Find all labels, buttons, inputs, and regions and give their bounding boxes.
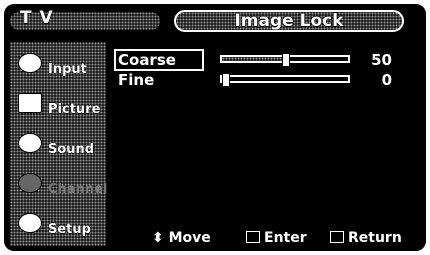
sidebar-item-label: Picture: [48, 102, 101, 118]
footer-hints: ⬍ Move Enter Return: [108, 230, 424, 248]
sidebar-item-channel: Channel: [10, 168, 108, 206]
move-hint: ⬍ Move: [152, 230, 212, 247]
setup-icon: [18, 213, 42, 233]
picture-icon: [18, 93, 42, 113]
sidebar-item-sound[interactable]: Sound: [10, 128, 106, 166]
sidebar-item-picture[interactable]: Picture: [10, 88, 106, 126]
sound-icon: [18, 133, 42, 153]
settings-panel: Coarse 50 Fine 0: [108, 42, 424, 246]
sidebar-item-label: Input: [48, 62, 88, 78]
return-hint: Return: [330, 230, 402, 247]
tv-menu-screen: T V Image Lock Input Picture Sound Chann…: [4, 4, 426, 251]
setting-label: Coarse: [114, 49, 204, 71]
setting-row-fine[interactable]: Fine 0: [108, 70, 424, 90]
return-icon: [330, 231, 344, 243]
fine-slider-thumb[interactable]: [222, 73, 230, 87]
setting-label: Fine: [118, 71, 155, 89]
channel-icon: [18, 173, 42, 193]
coarse-slider[interactable]: [220, 53, 350, 67]
fine-slider[interactable]: [220, 73, 350, 87]
coarse-slider-fill: [222, 57, 285, 61]
sidebar-item-label: Channel: [48, 182, 108, 197]
sidebar-item-label: Setup: [48, 222, 92, 238]
app-title: T V: [19, 7, 54, 28]
sidebar: Input Picture Sound Channel Setup: [10, 42, 108, 246]
setting-row-coarse[interactable]: Coarse 50: [108, 49, 424, 71]
enter-icon: [246, 231, 260, 243]
enter-hint: Enter: [246, 230, 307, 247]
screen-title: Image Lock: [234, 10, 344, 31]
sidebar-item-setup[interactable]: Setup: [10, 208, 106, 246]
setting-value: 0: [381, 71, 392, 89]
setting-value: 50: [371, 51, 392, 69]
sidebar-item-input[interactable]: Input: [10, 48, 106, 86]
input-icon: [18, 53, 42, 73]
updown-arrow-icon: ⬍: [152, 230, 165, 247]
sidebar-item-label: Sound: [48, 142, 95, 158]
coarse-slider-thumb[interactable]: [282, 53, 290, 67]
